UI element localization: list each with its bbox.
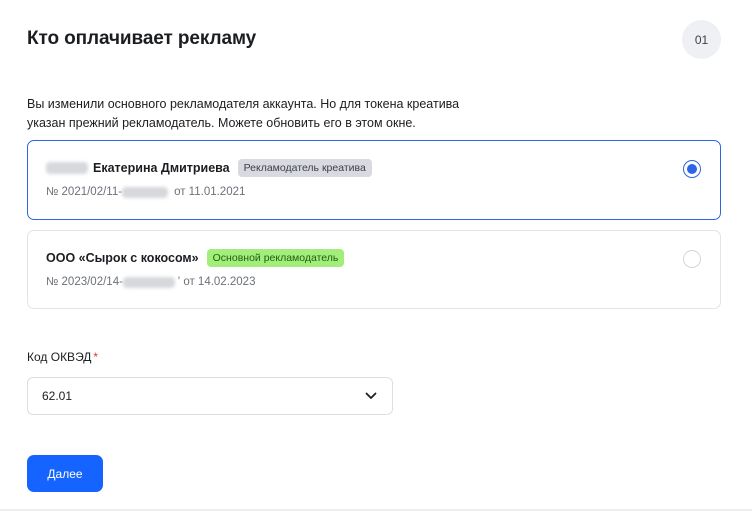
- contract-info: № 2023/02/14- ' от 14.02.2023: [46, 276, 255, 288]
- contract-date: от 11.01.2021: [174, 186, 246, 198]
- advertiser-option-creative[interactable]: Екатерина Дмитриева Рекламодатель креати…: [27, 140, 721, 220]
- advertiser-option-main[interactable]: ООО «Сырок с кокосом» Основной рекламода…: [27, 230, 721, 309]
- okved-select-value: 62.01: [42, 389, 73, 403]
- radio-dot-icon: [687, 164, 697, 174]
- okved-select[interactable]: 62.01: [27, 377, 393, 415]
- step-badge: 01: [682, 20, 721, 59]
- contract-number: № 2023/02/14-: [46, 276, 123, 288]
- radio-selected[interactable]: [683, 160, 701, 178]
- required-mark: *: [93, 350, 99, 364]
- okved-label-text: Код ОКВЭД: [27, 350, 92, 364]
- chevron-down-icon: [365, 390, 377, 402]
- next-button[interactable]: Далее: [27, 455, 103, 492]
- radio-unselected[interactable]: [683, 250, 701, 268]
- contract-number: № 2021/02/11-: [46, 186, 123, 198]
- contract-date: ' от 14.02.2023: [177, 276, 256, 288]
- advertiser-header: Екатерина Дмитриева Рекламодатель креати…: [46, 159, 372, 177]
- advertiser-header: ООО «Сырок с кокосом» Основной рекламода…: [46, 249, 345, 267]
- advertiser-name: ООО «Сырок с кокосом»: [46, 251, 199, 265]
- creative-advertiser-tag: Рекламодатель креатива: [237, 159, 372, 177]
- description-text: Вы изменили основного рекламодателя акка…: [27, 97, 460, 130]
- redacted-contract-suffix: [122, 186, 169, 198]
- main-advertiser-tag: Основной рекламодатель: [206, 249, 345, 267]
- advertiser-name: Екатерина Дмитриева: [93, 161, 230, 175]
- contract-info: № 2021/02/11- от 11.01.2021: [46, 186, 245, 198]
- redacted-contract-suffix: [122, 276, 175, 288]
- okved-label: Код ОКВЭД *: [27, 350, 98, 364]
- redacted-surname: [46, 162, 88, 174]
- page-title: Кто оплачивает рекламу: [27, 28, 257, 49]
